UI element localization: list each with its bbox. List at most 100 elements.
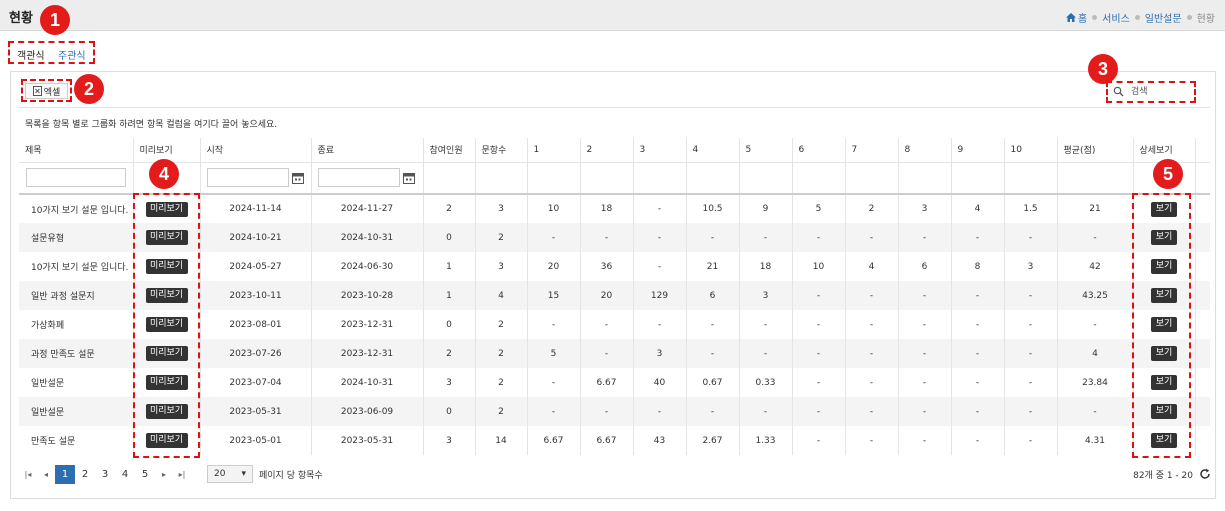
table-cell: 3 bbox=[422, 426, 475, 455]
page-size-value: 20 bbox=[214, 469, 226, 479]
table-cell: - bbox=[844, 223, 898, 252]
table-cell: - bbox=[791, 368, 845, 397]
table-cell: 3 bbox=[632, 339, 686, 368]
page-number-button[interactable]: 2 bbox=[75, 465, 95, 484]
annotation-badge-3: 3 bbox=[1088, 54, 1118, 84]
page-number-button[interactable]: 1 bbox=[55, 464, 75, 484]
search-input[interactable] bbox=[1111, 84, 1191, 100]
column-header[interactable]: 3 bbox=[632, 138, 686, 163]
top-bar: 현황 홈 서비스 일반설문 현황 bbox=[0, 0, 1225, 31]
table-cell: 1 bbox=[422, 281, 475, 310]
column-header[interactable]: 종료 bbox=[310, 138, 423, 163]
table-cell: 1.33 bbox=[738, 426, 792, 455]
breadcrumb-separator bbox=[1186, 15, 1192, 20]
column-header[interactable]: 2 bbox=[579, 138, 633, 163]
column-header[interactable]: 7 bbox=[844, 138, 898, 163]
table-cell: - bbox=[791, 339, 845, 368]
end-date-filter-input[interactable] bbox=[318, 168, 400, 188]
breadcrumb-general-survey[interactable]: 일반설문 bbox=[1145, 10, 1182, 25]
table-cell: 2 bbox=[844, 194, 898, 223]
table-cell: 2023-05-31 bbox=[310, 426, 423, 455]
page-size-label: 페이지 당 항목수 bbox=[259, 470, 323, 481]
table-cell: - bbox=[897, 426, 951, 455]
next-page-button[interactable]: ▸ bbox=[155, 470, 173, 479]
column-header[interactable]: 평균(점) bbox=[1056, 138, 1133, 163]
excel-export-button[interactable]: 엑셀 bbox=[25, 83, 68, 99]
table-cell: - bbox=[579, 223, 633, 252]
table-cell: - bbox=[685, 223, 739, 252]
survey-title-cell: 일반설문 bbox=[31, 379, 65, 389]
column-header[interactable]: 1 bbox=[526, 138, 580, 163]
table-cell: 3 bbox=[897, 194, 951, 223]
chevron-down-icon: ▾ bbox=[241, 469, 246, 479]
column-header[interactable]: 10 bbox=[1003, 138, 1057, 163]
table-cell: - bbox=[791, 426, 845, 455]
table-cell: 3 bbox=[474, 194, 527, 223]
table-cell: - bbox=[950, 397, 1004, 426]
spacer-cell bbox=[1194, 281, 1210, 310]
annotation-badge-1: 1 bbox=[40, 5, 70, 35]
table-cell: 10.5 bbox=[685, 194, 739, 223]
table-cell: 42 bbox=[1056, 252, 1133, 281]
spacer-cell bbox=[1194, 397, 1210, 426]
table-cell: 20 bbox=[579, 281, 633, 310]
table-cell: 1.5 bbox=[1003, 194, 1057, 223]
filter-cell bbox=[526, 162, 580, 195]
table-cell: 2 bbox=[422, 194, 475, 223]
table-cell: - bbox=[844, 310, 898, 339]
table-cell: 0.67 bbox=[685, 368, 739, 397]
column-header[interactable]: 참여인원 bbox=[422, 138, 475, 163]
table-cell: 18 bbox=[738, 252, 792, 281]
table-cell: - bbox=[685, 397, 739, 426]
table-cell: - bbox=[897, 368, 951, 397]
start-date-filter-input[interactable] bbox=[206, 168, 289, 188]
calendar-icon[interactable] bbox=[402, 171, 416, 185]
tab-subjective[interactable]: 주관식 bbox=[58, 47, 86, 62]
breadcrumb-home[interactable]: 홈 bbox=[1078, 10, 1087, 25]
last-page-button[interactable]: ▸| bbox=[173, 470, 191, 479]
table-cell: 2023-06-09 bbox=[310, 397, 423, 426]
page-number-button[interactable]: 4 bbox=[115, 465, 135, 484]
breadcrumb-current: 현황 bbox=[1196, 14, 1215, 25]
table-cell: 0 bbox=[422, 310, 475, 339]
table-cell: 2024-06-30 bbox=[310, 252, 423, 281]
table-cell: - bbox=[950, 426, 1004, 455]
pager: |◂ ◂ 12345 ▸ ▸| 20 ▾ 페이지 당 항목수 82개 중 1 -… bbox=[19, 460, 1211, 488]
filter-cell bbox=[685, 162, 739, 195]
column-header[interactable]: 4 bbox=[685, 138, 739, 163]
table-cell: - bbox=[632, 252, 686, 281]
table-cell: 2024-10-31 bbox=[310, 223, 423, 252]
tab-objective[interactable]: 객관식 bbox=[17, 47, 45, 62]
refresh-icon[interactable] bbox=[1199, 468, 1211, 480]
page-number-button[interactable]: 5 bbox=[135, 465, 155, 484]
table-cell: 8 bbox=[950, 252, 1004, 281]
page-size-select[interactable]: 20 ▾ bbox=[207, 465, 253, 483]
survey-title-cell: 일반 과정 설문지 bbox=[19, 281, 133, 310]
column-header[interactable]: 제목 bbox=[19, 138, 133, 163]
column-header[interactable]: 6 bbox=[791, 138, 845, 163]
table-cell: 2024-05-27 bbox=[199, 252, 311, 281]
table-cell: 18 bbox=[579, 194, 633, 223]
survey-title-cell: 만족도 설문 bbox=[31, 437, 76, 447]
table-cell: - bbox=[844, 397, 898, 426]
column-header[interactable]: 시작 bbox=[199, 138, 311, 163]
annotation-badge-4: 4 bbox=[149, 159, 179, 189]
table-cell: - bbox=[1003, 368, 1057, 397]
column-header[interactable]: 문항수 bbox=[474, 138, 527, 163]
page-number-button[interactable]: 3 bbox=[95, 465, 115, 484]
breadcrumb-service[interactable]: 서비스 bbox=[1102, 10, 1130, 25]
start-filter-cell bbox=[199, 162, 311, 195]
column-header[interactable]: 9 bbox=[950, 138, 1004, 163]
prev-page-button[interactable]: ◂ bbox=[37, 470, 55, 479]
calendar-icon[interactable] bbox=[291, 171, 305, 185]
title-filter-input[interactable] bbox=[25, 168, 126, 188]
excel-export-label: 엑셀 bbox=[43, 87, 61, 98]
first-page-button[interactable]: |◂ bbox=[19, 470, 37, 479]
column-header[interactable]: 5 bbox=[738, 138, 792, 163]
table-cell: - bbox=[844, 281, 898, 310]
table-cell: 5 bbox=[791, 194, 845, 223]
column-header[interactable]: 8 bbox=[897, 138, 951, 163]
table-cell: 2023-05-01 bbox=[199, 426, 311, 455]
table-cell: - bbox=[526, 368, 580, 397]
table-cell: 2.67 bbox=[685, 426, 739, 455]
